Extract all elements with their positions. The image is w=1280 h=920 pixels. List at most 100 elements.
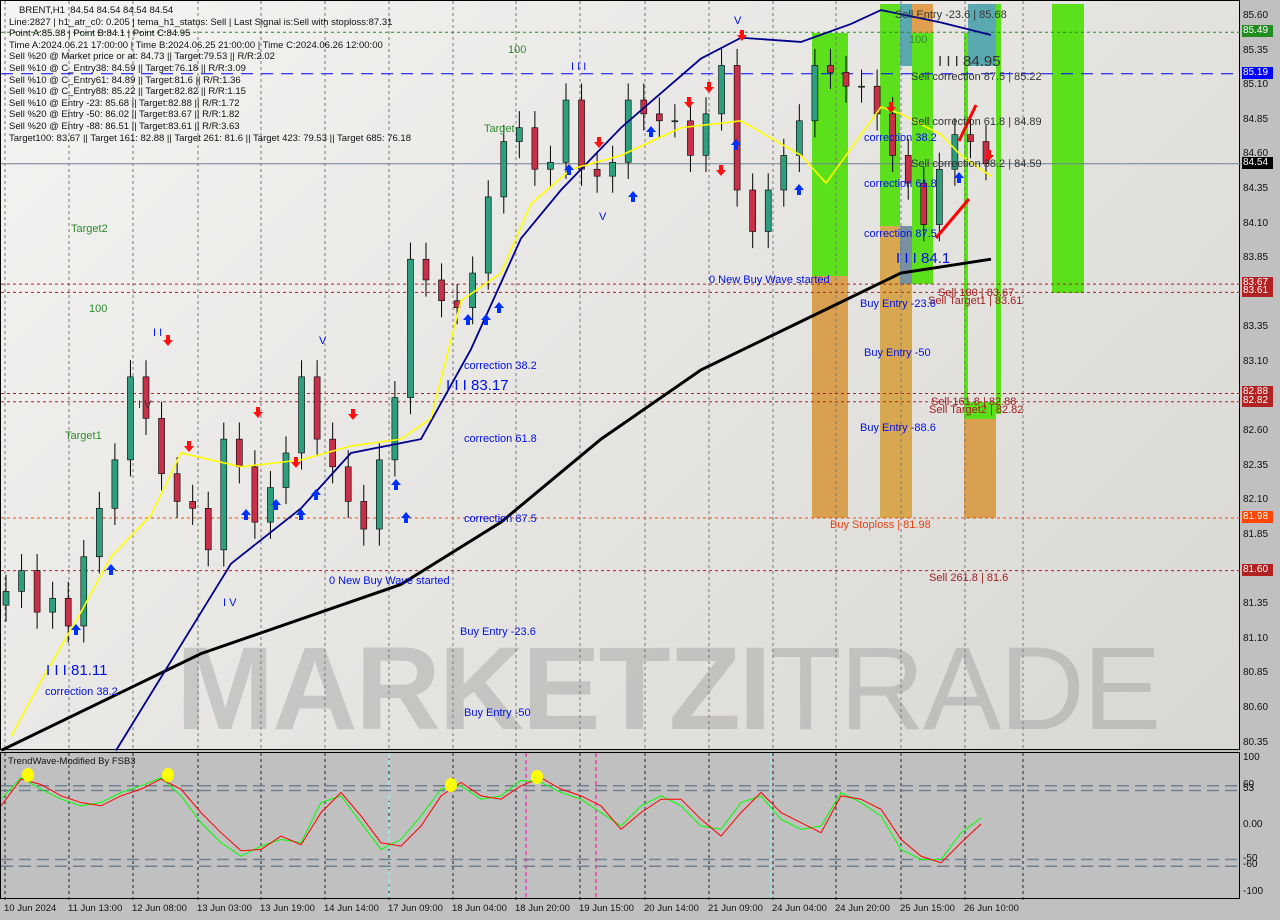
candle-bull <box>282 452 290 488</box>
candle-bull <box>671 120 679 123</box>
info-line: Sell %20 @ Market price or at: 84.73 || … <box>9 51 275 63</box>
time-axis-label: 25 Jun 15:00 <box>900 903 955 914</box>
time-axis-label: 24 Jun 20:00 <box>835 903 890 914</box>
chart-label-c618b: correction 61.8 <box>464 433 537 445</box>
price-chart[interactable]: MARKETZITRADE BRENT,H1 84.54 84.54 84.54… <box>0 0 1241 755</box>
candle-bull <box>127 376 134 461</box>
signal-dot-icon <box>22 768 34 782</box>
candle-bear <box>967 134 974 142</box>
chart-label-c618c: correction 61.8 <box>864 178 937 190</box>
signal-dot-icon <box>445 778 457 792</box>
signal-band <box>1052 4 1084 293</box>
candle-bull <box>49 597 56 613</box>
candle-bull <box>516 127 523 142</box>
price-tag: 85.49 <box>1242 25 1273 38</box>
chart-label-w841: I I I 84.1 <box>896 250 951 267</box>
sell-arrow-icon <box>291 457 301 468</box>
price-axis-tick: 85.60 <box>1243 10 1269 21</box>
signal-dot-icon <box>162 768 174 782</box>
indicator-axis-tick: 53 <box>1243 783 1255 795</box>
chart-label-nbw2: 0 New Buy Wave started <box>709 274 830 286</box>
time-axis-label: 24 Jun 04:00 <box>772 903 827 914</box>
time-axis-label: 13 Jun 03:00 <box>197 903 252 914</box>
chart-label-v3: V <box>734 15 742 27</box>
chart-label-nbw1: 0 New Buy Wave started <box>329 575 450 587</box>
sell-arrow-icon <box>704 82 714 93</box>
candle-bear <box>593 168 601 177</box>
info-panel: BRENT,H1 84.54 84.54 84.54 84.54 Line:282… <box>9 5 411 144</box>
candle-bear <box>531 127 539 170</box>
candle-bull <box>391 397 399 461</box>
chart-label-c875c: correction 87.5 <box>864 228 937 240</box>
price-axis-tick: 83.85 <box>1243 252 1269 264</box>
chart-label-l100b: 100 <box>508 44 527 56</box>
candle-bear <box>189 501 196 509</box>
chart-label-c382b: correction 38.2 <box>464 360 537 372</box>
chart-label-be236b: Buy Entry -23.6 <box>860 298 936 310</box>
buy-arrow-icon <box>311 489 321 500</box>
info-line: Sell %10 @ C_Entry38: 84.59 || Target:76… <box>9 62 246 74</box>
chart-label-w8317: I I I 83.17 <box>446 377 509 394</box>
candle-bear <box>33 570 41 613</box>
candle-bear <box>173 473 181 502</box>
price-axis-tick: 84.35 <box>1243 183 1269 194</box>
info-line: Time A:2024.06.21 17:00:00 | Time B:2024… <box>9 39 383 51</box>
buy-arrow-icon <box>401 512 411 523</box>
indicator-panel[interactable] <box>0 752 1241 900</box>
chart-label-c875b: correction 87.5 <box>464 513 537 525</box>
buy-arrow-icon <box>106 564 116 575</box>
price-tag: 84.54 <box>1242 156 1273 169</box>
price-axis-tick: 85.35 <box>1243 44 1269 56</box>
candle-bear <box>360 501 368 530</box>
chart-label-l100c: 100 <box>909 34 928 46</box>
indicator-plot <box>1 753 1241 900</box>
candle-bull <box>764 189 772 232</box>
sell-arrow-icon <box>184 441 194 452</box>
price-tag: 83.61 <box>1242 285 1273 298</box>
candle-bull <box>562 99 570 163</box>
candle-bull <box>609 162 616 177</box>
chart-label-s2618: Sell 261.8 | 81.6 <box>929 572 1009 584</box>
symbol-line: BRENT,H1 84.54 84.54 84.54 84.54 <box>19 5 174 16</box>
price-axis-tick: 84.85 <box>1243 113 1269 125</box>
candle-bull <box>96 508 103 558</box>
chart-label-target2: Target2 <box>71 223 108 235</box>
candle-bear <box>438 279 445 302</box>
time-axis-label: 11 Jun 13:00 <box>68 903 123 914</box>
time-axis-label: 17 Jun 09:00 <box>388 903 443 914</box>
chart-label-st1: Sell Target1 | 83.61 <box>928 295 1023 307</box>
price-tag: 85.19 <box>1242 66 1273 79</box>
candle-bull <box>936 168 943 225</box>
candle-bear <box>422 258 430 281</box>
candle-bear <box>64 597 72 627</box>
chart-label-w8495: I I I 84.95 <box>938 53 1001 70</box>
time-axis-label: 10 Jun 2024 <box>4 903 57 914</box>
candle-bull <box>811 65 819 122</box>
sell-arrow-icon <box>163 335 173 346</box>
info-line: Sell %20 @ Entry -50: 86.02 || Target:83… <box>9 109 240 121</box>
candle-bull <box>500 141 508 198</box>
candle-bear <box>578 99 585 170</box>
time-axis-label: 21 Jun 09:00 <box>708 903 763 914</box>
chart-label-l100a: 100 <box>89 303 108 315</box>
info-line: Sell %10 @ C_Entry61: 84.89 || Target:81… <box>9 74 241 86</box>
price-axis-tick: 84.10 <box>1243 217 1269 229</box>
price-axis-tick: 80.60 <box>1243 702 1269 713</box>
time-axis-label: 19 Jun 15:00 <box>579 903 634 914</box>
price-axis-tick: 80.35 <box>1243 736 1269 748</box>
price-axis-tick: 83.10 <box>1243 356 1269 367</box>
price-axis-tick: 82.35 <box>1243 459 1269 471</box>
chart-label-iv2: I V <box>138 399 152 411</box>
price-tag: 81.60 <box>1242 563 1273 576</box>
chart-label-v1: V <box>319 335 327 347</box>
buy-arrow-icon <box>628 191 638 202</box>
chart-label-iii: I I I <box>571 61 587 73</box>
chart-label-sc382: Sell correction 38.2 | 84.59 <box>911 158 1042 170</box>
candle-bull <box>858 85 865 88</box>
chart-label-c382a: correction 38.2 <box>45 686 118 698</box>
buy-arrow-icon <box>794 184 804 195</box>
indicator-axis-tick: 100 <box>1243 752 1260 763</box>
sell-arrow-icon <box>684 97 694 108</box>
time-axis-label: 18 Jun 20:00 <box>515 903 570 914</box>
chart-label-ii: I I <box>153 327 163 339</box>
